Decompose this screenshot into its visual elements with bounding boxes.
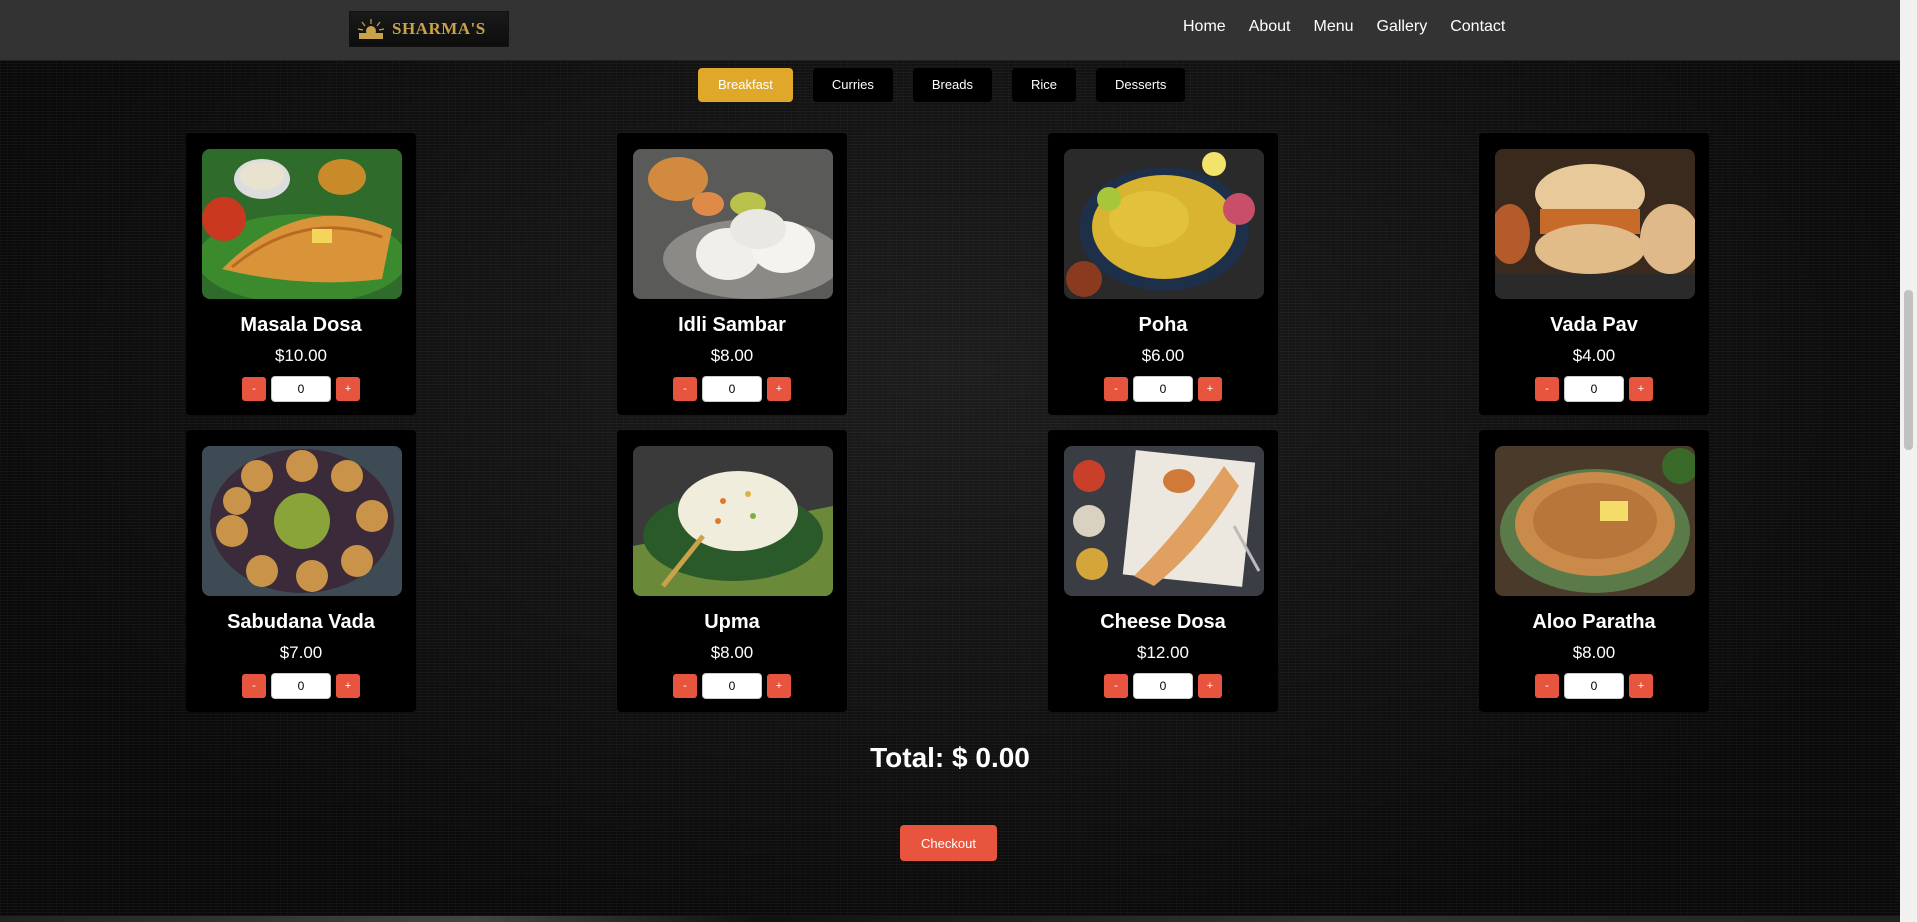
increase-button[interactable]: +	[1198, 377, 1222, 401]
increase-button[interactable]: +	[336, 377, 360, 401]
item-price: $7.00	[279, 643, 323, 662]
decrease-button[interactable]: -	[673, 377, 697, 401]
decrease-button[interactable]: -	[1535, 674, 1559, 698]
nav-about[interactable]: About	[1249, 18, 1291, 36]
brand-name: SHARMA'S	[392, 19, 486, 38]
quantity-input[interactable]	[702, 376, 762, 402]
nav-home[interactable]: Home	[1183, 18, 1226, 36]
decrease-button[interactable]: -	[673, 674, 697, 698]
item-price: $8.00	[1572, 643, 1616, 662]
quantity-stepper: - +	[1479, 376, 1709, 402]
increase-button[interactable]: +	[336, 674, 360, 698]
quantity-stepper: - +	[1479, 673, 1709, 699]
item-price: $10.00	[275, 346, 327, 365]
tab-desserts[interactable]: Desserts	[1096, 68, 1186, 102]
menu-card-masala-dosa: Masala Dosa $10.00 - +	[186, 133, 416, 415]
item-name: Cheese Dosa	[1100, 611, 1226, 633]
footer-strip	[0, 916, 1900, 922]
tab-breakfast[interactable]: Breakfast	[698, 68, 793, 102]
category-tabs: Breakfast Curries Breads Rice Desserts	[698, 68, 1205, 102]
tab-rice[interactable]: Rice	[1012, 68, 1077, 102]
menu-card-idli-sambar: Idli Sambar $8.00 - +	[617, 133, 847, 415]
sunburst-logo-icon	[357, 19, 385, 39]
quantity-stepper: - +	[186, 673, 416, 699]
item-name: Aloo Paratha	[1532, 611, 1656, 633]
item-price: $12.00	[1137, 643, 1189, 662]
poha-image	[1064, 149, 1264, 299]
cheese-dosa-image	[1064, 446, 1264, 596]
quantity-stepper: - +	[617, 376, 847, 402]
scrollbar-thumb[interactable]	[1904, 290, 1913, 450]
decrease-button[interactable]: -	[1535, 377, 1559, 401]
order-total: Total: $ 0.00	[870, 742, 1030, 773]
item-name: Vada Pav	[1550, 314, 1638, 336]
nav-gallery[interactable]: Gallery	[1377, 18, 1428, 36]
increase-button[interactable]: +	[1629, 674, 1653, 698]
decrease-button[interactable]: -	[242, 377, 266, 401]
item-price: $4.00	[1572, 346, 1616, 365]
masala-dosa-image	[202, 149, 402, 299]
increase-button[interactable]: +	[1629, 377, 1653, 401]
decrease-button[interactable]: -	[242, 674, 266, 698]
menu-card-upma: Upma $8.00 - +	[617, 430, 847, 712]
aloo-paratha-image	[1495, 446, 1695, 596]
vada-pav-image	[1495, 149, 1695, 299]
checkout-button[interactable]: Checkout	[900, 825, 997, 861]
increase-button[interactable]: +	[767, 377, 791, 401]
quantity-input[interactable]	[271, 376, 331, 402]
idli-sambar-image	[633, 149, 833, 299]
quantity-input[interactable]	[1564, 673, 1624, 699]
decrease-button[interactable]: -	[1104, 674, 1128, 698]
item-price: $8.00	[710, 346, 754, 365]
item-name: Sabudana Vada	[227, 611, 375, 633]
quantity-stepper: - +	[186, 376, 416, 402]
increase-button[interactable]: +	[1198, 674, 1222, 698]
item-name: Masala Dosa	[240, 314, 362, 336]
quantity-stepper: - +	[1048, 673, 1278, 699]
quantity-input[interactable]	[1133, 376, 1193, 402]
page-scrollbar[interactable]	[1900, 0, 1917, 922]
quantity-stepper: - +	[1048, 376, 1278, 402]
navbar: SHARMA'S Home About Menu Gallery Contact	[0, 0, 1900, 61]
menu-card-cheese-dosa: Cheese Dosa $12.00 - +	[1048, 430, 1278, 712]
quantity-input[interactable]	[1564, 376, 1624, 402]
quantity-input[interactable]	[1133, 673, 1193, 699]
sabudana-vada-image	[202, 446, 402, 596]
increase-button[interactable]: +	[767, 674, 791, 698]
menu-card-vada-pav: Vada Pav $4.00 - +	[1479, 133, 1709, 415]
brand-logo[interactable]: SHARMA'S	[349, 11, 509, 47]
menu-card-aloo-paratha: Aloo Paratha $8.00 - +	[1479, 430, 1709, 712]
menu-card-poha: Poha $6.00 - +	[1048, 133, 1278, 415]
menu-card-sabudana-vada: Sabudana Vada $7.00 - +	[186, 430, 416, 712]
upma-image	[633, 446, 833, 596]
item-price: $8.00	[710, 643, 754, 662]
main-nav: Home About Menu Gallery Contact	[1183, 18, 1528, 36]
tab-curries[interactable]: Curries	[812, 68, 893, 102]
nav-contact[interactable]: Contact	[1450, 18, 1505, 36]
item-name: Poha	[1138, 314, 1188, 336]
item-name: Idli Sambar	[678, 314, 786, 336]
tab-breads[interactable]: Breads	[912, 68, 993, 102]
nav-menu[interactable]: Menu	[1314, 18, 1354, 36]
quantity-input[interactable]	[271, 673, 331, 699]
decrease-button[interactable]: -	[1104, 377, 1128, 401]
quantity-stepper: - +	[617, 673, 847, 699]
item-name: Upma	[704, 611, 760, 633]
quantity-input[interactable]	[702, 673, 762, 699]
item-price: $6.00	[1141, 346, 1185, 365]
